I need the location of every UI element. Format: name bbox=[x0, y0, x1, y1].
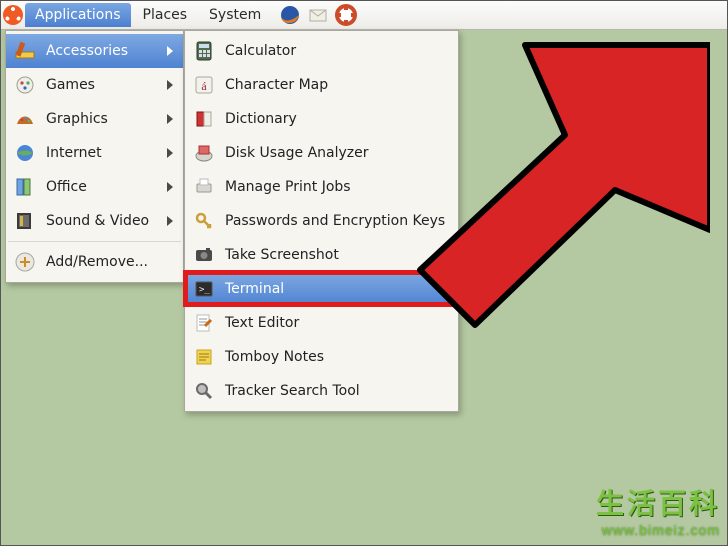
submenu-item-passwords-keys[interactable]: Passwords and Encryption Keys bbox=[185, 204, 458, 238]
menu-item-label: Tracker Search Tool bbox=[225, 383, 448, 399]
menu-item-label: Accessories bbox=[46, 43, 157, 59]
top-panel: Applications Places System bbox=[0, 0, 728, 30]
submenu-item-calculator[interactable]: Calculator bbox=[185, 34, 458, 68]
sound-video-icon bbox=[14, 210, 36, 232]
menu-item-label: Passwords and Encryption Keys bbox=[225, 213, 448, 229]
panel-menu-system[interactable]: System bbox=[199, 3, 271, 27]
office-icon bbox=[14, 176, 36, 198]
submenu-item-dictionary[interactable]: Dictionary bbox=[185, 102, 458, 136]
text-editor-icon bbox=[193, 312, 215, 334]
menu-item-graphics[interactable]: Graphics bbox=[6, 102, 183, 136]
accessories-icon bbox=[14, 40, 36, 62]
keys-icon bbox=[193, 210, 215, 232]
disk-usage-icon bbox=[193, 142, 215, 164]
terminal-icon bbox=[193, 278, 215, 300]
submenu-item-screenshot[interactable]: Take Screenshot bbox=[185, 238, 458, 272]
tomboy-notes-icon bbox=[193, 346, 215, 368]
submenu-item-disk-usage[interactable]: Disk Usage Analyzer bbox=[185, 136, 458, 170]
watermark: 生活百科 www.bimeiz.com bbox=[596, 482, 720, 538]
menu-item-label: Disk Usage Analyzer bbox=[225, 145, 448, 161]
submenu-item-tracker[interactable]: Tracker Search Tool bbox=[185, 374, 458, 408]
printer-icon bbox=[193, 176, 215, 198]
menu-item-games[interactable]: Games bbox=[6, 68, 183, 102]
internet-icon bbox=[14, 142, 36, 164]
menu-item-label: Character Map bbox=[225, 77, 448, 93]
submenu-item-character-map[interactable]: Character Map bbox=[185, 68, 458, 102]
menu-item-label: Office bbox=[46, 179, 157, 195]
submenu-arrow-icon bbox=[167, 46, 173, 56]
menu-item-label: Manage Print Jobs bbox=[225, 179, 448, 195]
menu-item-label: Games bbox=[46, 77, 157, 93]
screenshot-icon bbox=[193, 244, 215, 266]
firefox-icon[interactable] bbox=[279, 4, 301, 26]
menu-item-accessories[interactable]: Accessories bbox=[6, 34, 183, 68]
menu-item-office[interactable]: Office bbox=[6, 170, 183, 204]
submenu-item-terminal[interactable]: Terminal bbox=[185, 272, 458, 306]
menu-item-label: Tomboy Notes bbox=[225, 349, 448, 365]
menu-item-label: Take Screenshot bbox=[225, 247, 448, 263]
menu-item-internet[interactable]: Internet bbox=[6, 136, 183, 170]
submenu-arrow-icon bbox=[167, 114, 173, 124]
tracker-search-icon bbox=[193, 380, 215, 402]
menu-item-label: Sound & Video bbox=[46, 213, 157, 229]
submenu-arrow-icon bbox=[167, 148, 173, 158]
submenu-item-tomboy[interactable]: Tomboy Notes bbox=[185, 340, 458, 374]
applications-menu: Accessories Games Graphics Internet Offi… bbox=[5, 30, 184, 283]
menu-item-label: Calculator bbox=[225, 43, 448, 59]
graphics-icon bbox=[14, 108, 36, 130]
menu-item-add-remove[interactable]: Add/Remove... bbox=[6, 245, 183, 279]
menu-item-label: Dictionary bbox=[225, 111, 448, 127]
watermark-url: www.bimeiz.com bbox=[596, 522, 720, 538]
menu-item-label: Terminal bbox=[225, 281, 448, 297]
submenu-item-text-editor[interactable]: Text Editor bbox=[185, 306, 458, 340]
submenu-arrow-icon bbox=[167, 216, 173, 226]
menu-item-label: Internet bbox=[46, 145, 157, 161]
evolution-mail-icon[interactable] bbox=[307, 4, 329, 26]
add-remove-icon bbox=[14, 251, 36, 273]
help-icon[interactable] bbox=[335, 4, 357, 26]
panel-menu-applications[interactable]: Applications bbox=[25, 3, 131, 27]
ubuntu-logo-icon bbox=[3, 5, 23, 25]
menu-item-label: Text Editor bbox=[225, 315, 448, 331]
menu-item-label: Graphics bbox=[46, 111, 157, 127]
menu-item-label: Add/Remove... bbox=[46, 254, 173, 270]
submenu-arrow-icon bbox=[167, 80, 173, 90]
menu-item-sound-video[interactable]: Sound & Video bbox=[6, 204, 183, 238]
calculator-icon bbox=[193, 40, 215, 62]
submenu-item-print-jobs[interactable]: Manage Print Jobs bbox=[185, 170, 458, 204]
character-map-icon bbox=[193, 74, 215, 96]
dictionary-icon bbox=[193, 108, 215, 130]
accessories-submenu: Calculator Character Map Dictionary Disk… bbox=[184, 30, 459, 412]
submenu-arrow-icon bbox=[167, 182, 173, 192]
games-icon bbox=[14, 74, 36, 96]
watermark-title: 生活百科 bbox=[596, 482, 720, 522]
menu-separator bbox=[8, 241, 181, 242]
panel-menu-places[interactable]: Places bbox=[133, 3, 198, 27]
